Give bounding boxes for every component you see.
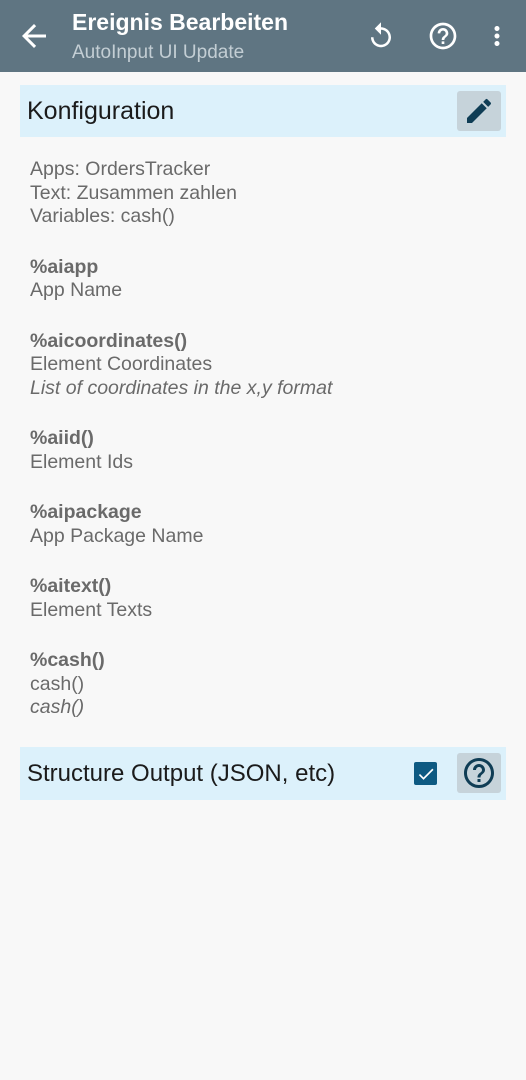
undo-icon [371, 22, 391, 48]
summary-apps: Apps: OrdersTracker [30, 158, 211, 180]
page-title: Ereignis Bearbeiten [72, 9, 289, 35]
app-bar: Ereignis Bearbeiten AutoInput UI Update [0, 0, 526, 72]
summary-variables: Variables: cash() [30, 205, 175, 227]
variable-detail: List of coordinates in the x,y format [30, 376, 333, 399]
back-button[interactable] [16, 18, 52, 54]
variable-description: App Name [30, 279, 123, 301]
variable-name: %aiid() [30, 427, 94, 449]
configuration-content: Apps: OrdersTracker Text: Zusammen zahle… [30, 158, 500, 747]
pencil-icon [467, 98, 492, 123]
variable-name: %cash() [30, 649, 105, 671]
check-icon [418, 768, 433, 780]
edit-configuration-button[interactable] [457, 91, 501, 131]
variable-aipackage: %aipackage App Package Name [30, 501, 500, 548]
variable-description: Element Coordinates [30, 353, 213, 375]
configuration-summary: Apps: OrdersTracker Text: Zusammen zahle… [30, 158, 500, 229]
configuration-title: Konfiguration [27, 97, 175, 125]
more-vert-icon [494, 26, 500, 46]
variable-name: %aicoordinates() [30, 329, 188, 352]
variable-name: %aipackage [30, 501, 142, 523]
page-subtitle: AutoInput UI Update [72, 42, 245, 63]
configuration-header: Konfiguration [20, 85, 506, 137]
variable-aitext: %aitext() Element Texts [30, 575, 500, 622]
structure-output-help-button[interactable] [457, 753, 501, 793]
summary-text: Text: Zusammen zahlen [30, 181, 238, 204]
variable-name: %aiapp [30, 255, 99, 278]
variable-name: %aitext() [30, 575, 112, 597]
help-button[interactable] [424, 17, 462, 55]
structure-output-label: Structure Output (JSON, etc) [27, 760, 336, 787]
variable-description: Element Ids [30, 450, 133, 473]
variable-detail: cash() [30, 696, 85, 718]
more-options-button[interactable] [478, 17, 516, 55]
variable-aiapp: %aiapp App Name [30, 256, 500, 303]
variable-aicoordinates: %aicoordinates() Element Coordinates Lis… [30, 330, 500, 401]
variable-description: cash() [30, 672, 85, 695]
help-circle-icon [429, 22, 457, 50]
structure-output-row[interactable]: Structure Output (JSON, etc) [20, 747, 506, 800]
variable-cash: %cash() cash() cash() [30, 649, 500, 720]
variable-aiid: %aiid() Element Ids [30, 427, 500, 474]
undo-button[interactable] [362, 17, 400, 55]
help-circle-icon [464, 758, 494, 788]
variable-description: App Package Name [30, 524, 204, 547]
variable-description: Element Texts [30, 598, 153, 621]
structure-output-checkbox[interactable] [414, 762, 437, 785]
arrow-back-icon [22, 24, 46, 48]
